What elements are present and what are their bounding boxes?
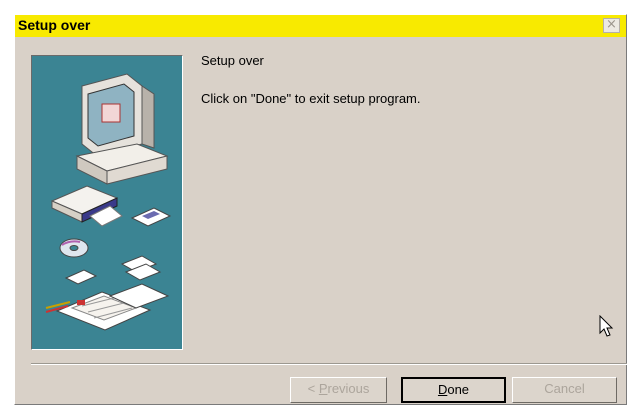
page-heading: Setup over <box>201 53 264 68</box>
computer-setup-illustration <box>45 73 172 331</box>
printer-icon <box>50 185 123 227</box>
desktop-background <box>0 0 641 14</box>
done-button[interactable]: Done <box>401 377 506 403</box>
cancel-button[interactable]: Cancel <box>512 377 617 403</box>
dialog-title: Setup over <box>18 17 91 33</box>
monitor-icon <box>81 73 155 157</box>
cancel-label: Cancel <box>544 381 585 396</box>
setup-dialog: Setup over × Setup over Click on "Done" … <box>14 14 627 405</box>
diskette-icon <box>130 207 172 227</box>
done-mnemonic: D <box>437 382 448 397</box>
side-illustration-panel <box>31 55 183 350</box>
instruction-text: Click on "Done" to exit setup program. <box>201 91 421 106</box>
cd-icon <box>59 238 89 258</box>
previous-prefix: < <box>307 381 319 396</box>
close-button[interactable]: × <box>603 18 620 33</box>
diskettes-icon <box>64 255 162 285</box>
close-icon: × <box>606 17 617 32</box>
documents-icon <box>45 283 170 331</box>
done-label-rest: one <box>447 382 470 397</box>
title-bar[interactable]: Setup over × <box>15 15 626 37</box>
mouse-pointer-icon <box>599 315 614 337</box>
previous-label-rest: revious <box>327 381 370 396</box>
previous-button[interactable]: < Previous <box>290 377 387 403</box>
button-separator <box>31 363 627 365</box>
